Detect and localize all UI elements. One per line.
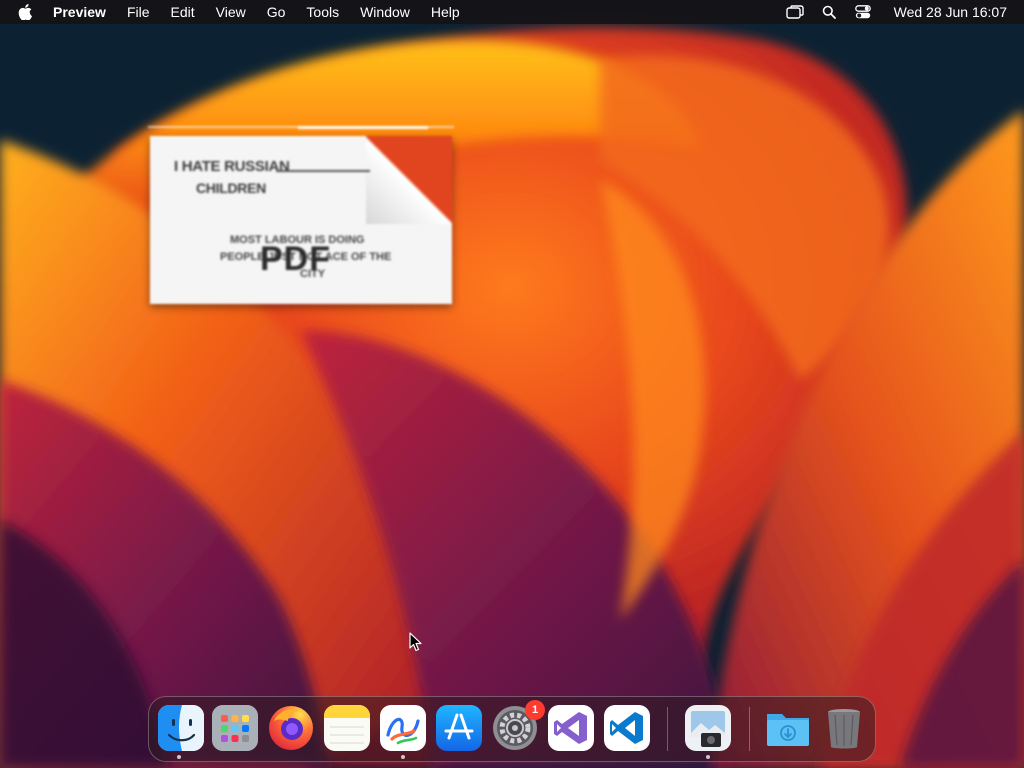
dock: 1	[148, 696, 876, 762]
visual-studio-icon[interactable]	[548, 705, 594, 751]
pdf-type-label: PDF	[260, 240, 331, 278]
freeform-running-indicator	[401, 755, 405, 759]
app-store-icon[interactable]	[436, 705, 482, 751]
page-curl-corner	[366, 136, 452, 224]
menu-help[interactable]: Help	[431, 4, 460, 20]
menu-app-name[interactable]: Preview	[53, 4, 106, 20]
menu-window[interactable]: Window	[360, 4, 410, 20]
trash-icon[interactable]	[821, 705, 867, 751]
heading-rule	[276, 170, 370, 172]
finder-icon[interactable]	[158, 705, 204, 751]
menu-view[interactable]: View	[216, 4, 246, 20]
desktop-wallpaper	[0, 0, 1024, 768]
menu-tools[interactable]: Tools	[306, 4, 339, 20]
menu-file[interactable]: File	[127, 4, 150, 20]
launchpad-icon[interactable]	[212, 705, 258, 751]
menu-bar-clock[interactable]: Wed 28 Jun 16:07	[894, 4, 1007, 20]
document-heading-line-2: CHILDREN	[196, 180, 266, 196]
firefox-icon[interactable]	[268, 705, 314, 751]
notes-icon[interactable]	[324, 705, 370, 751]
finder-running-indicator	[177, 755, 181, 759]
control-center-icon[interactable]	[846, 0, 880, 24]
menu-edit[interactable]: Edit	[171, 4, 195, 20]
pdf-preview-window[interactable]: I HATE RUSSIAN CHILDREN MOST LABOUR IS D…	[148, 126, 454, 306]
vscode-icon[interactable]	[604, 705, 650, 751]
screen-mirroring-icon[interactable]	[778, 0, 812, 24]
mouse-pointer-icon	[409, 632, 422, 652]
spotlight-search-icon[interactable]	[812, 0, 846, 24]
pdf-page: I HATE RUSSIAN CHILDREN MOST LABOUR IS D…	[150, 136, 452, 304]
downloads-folder-icon[interactable]	[765, 705, 811, 751]
document-heading-line-1: I HATE RUSSIAN	[174, 158, 290, 175]
system-settings-badge: 1	[525, 700, 545, 720]
apple-logo-icon[interactable]	[18, 0, 34, 24]
window-top-highlight	[298, 126, 428, 129]
preview-running-indicator	[706, 755, 710, 759]
menu-go[interactable]: Go	[267, 4, 286, 20]
freeform-icon[interactable]	[380, 705, 426, 751]
dock-separator	[749, 707, 750, 751]
dock-separator	[667, 707, 668, 751]
preview-icon[interactable]	[685, 705, 731, 751]
menu-bar: Preview File Edit View Go Tools Window H…	[0, 0, 1024, 24]
